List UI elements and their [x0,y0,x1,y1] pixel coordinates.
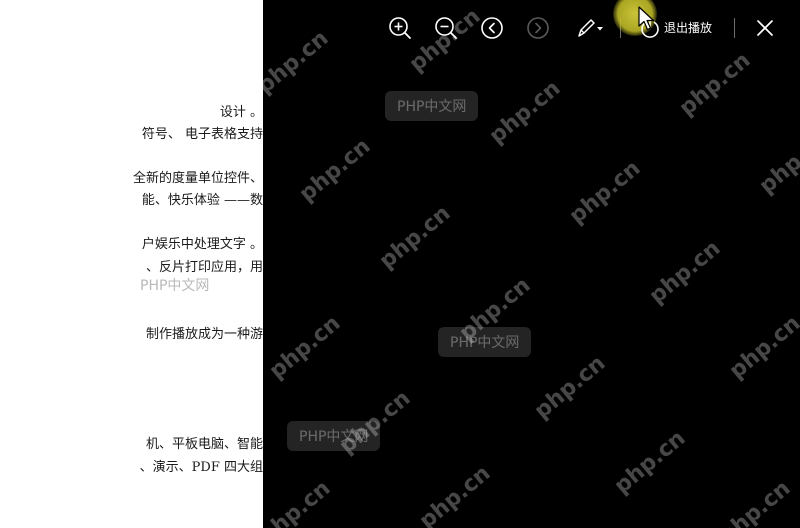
watermark: php.cn [724,310,800,385]
toolbar-divider [734,18,735,38]
document-line: 能、快乐体验 ——数 [141,193,263,208]
watermark: php.cn [414,460,496,528]
watermark: php.cn [484,75,566,150]
watermark: php.cn [609,425,691,500]
watermark-text: PHP中文网 [140,278,210,294]
chevron-left-icon [481,17,503,39]
document-line: 户娱乐中处理文字 。 [141,237,263,252]
document-line: 符号、 电子表格支持 [141,127,263,142]
document-page: 设计 。 符号、 电子表格支持 全新的度量单位控件、 能、快乐体验 ——数 户娱… [0,0,263,528]
zoom-in-button[interactable] [386,14,414,42]
watermark: php.cn [264,310,346,385]
watermark: php.cn [529,350,611,425]
document-line: 、反片打印应用，用 [145,260,263,275]
previous-slide-button[interactable] [478,14,506,42]
mouse-cursor-icon [638,6,655,31]
zoom-out-button[interactable] [432,14,460,42]
document-line: 机、平板电脑、智能 [145,437,263,452]
zoom-in-icon [389,17,411,39]
close-icon [757,20,773,36]
watermark-box: PHP中文网 [438,327,532,357]
close-button[interactable] [751,14,779,42]
zoom-out-icon [435,17,457,39]
watermark: php.cn [674,47,756,122]
watermark: php.cn [644,235,726,310]
watermark: php.cn [754,125,800,200]
watermark: php.cn [263,475,336,528]
document-line: 、演示、PDF 四大组 [139,460,263,475]
pen-icon [578,19,603,37]
next-slide-button[interactable] [524,14,552,42]
document-line: 全新的度量单位控件、 [132,171,263,186]
exit-slideshow-label[interactable]: 退出播放 [664,19,712,36]
watermark-box: PHP中文网 [385,91,479,121]
pen-tool-button[interactable] [572,14,606,42]
watermark-box: PHP中文网 [287,421,381,451]
watermark: php.cn [294,133,376,208]
watermark: php.cn [564,155,646,230]
slideshow-area[interactable]: php.cn php.cn php.cn php.cn php.cn php.c… [263,0,800,528]
document-line: 制作播放成为一种游 [145,327,263,342]
watermark: php.cn [263,25,334,100]
watermark: php.cn [714,475,796,528]
document-line: 设计 。 [219,105,263,120]
watermark: php.cn [374,200,456,275]
chevron-right-icon [527,17,549,39]
